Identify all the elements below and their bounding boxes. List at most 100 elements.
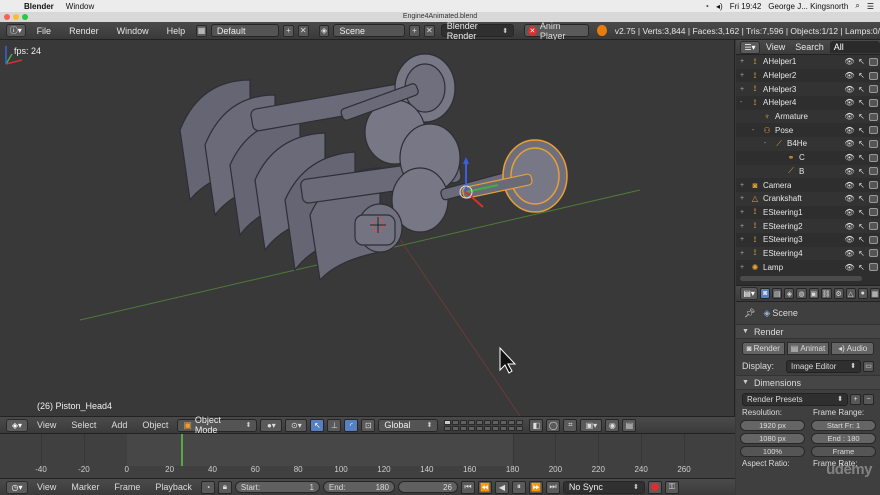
selectable-arrow-icon[interactable]: ↖ (857, 57, 866, 66)
engine-model[interactable] (179, 53, 515, 282)
outliner-tab-view[interactable]: View (762, 41, 789, 53)
visibility-eye-icon[interactable]: 👁︎ (844, 85, 854, 94)
preset-add-icon[interactable]: + (850, 393, 861, 405)
resolution-x-field[interactable]: 1920 px (740, 420, 805, 431)
preview-range-icon[interactable]: ◔ (200, 480, 215, 494)
menu-window[interactable]: Window (110, 26, 156, 36)
selectable-arrow-icon[interactable]: ↖ (857, 126, 866, 135)
current-frame-field[interactable]: 26 (397, 481, 458, 493)
render-camera-icon[interactable] (869, 167, 878, 176)
outliner-item[interactable]: + ✺ Lamp 👁︎ ↖ (736, 260, 880, 274)
render-camera-icon[interactable] (869, 112, 878, 121)
scene-tab-icon[interactable]: ◈ (784, 288, 795, 299)
pivot-dropdown[interactable]: ⊙▾ (285, 418, 308, 432)
outliner-item[interactable]: ♆ Armature 👁︎ ↖ (736, 109, 880, 124)
rotate-manipulator-icon[interactable]: ◜ (344, 418, 359, 432)
wifi-icon[interactable]: ◔ (704, 2, 709, 11)
layout-remove-icon[interactable]: ✕ (297, 24, 309, 37)
outliner[interactable]: ☰▾ View Search All Scenes +⟟AHelper1👁︎↖+… (736, 40, 880, 285)
outliner-item[interactable]: + ⟟ ESteering2 👁︎ ↖ (736, 219, 880, 233)
render-anim-icon[interactable]: ▤ (622, 418, 637, 432)
render-presets-dropdown[interactable]: Render Presets ⬍ (742, 392, 848, 406)
play-reverse-icon[interactable]: ◀ (494, 480, 509, 494)
expand-icon[interactable]: + (740, 182, 744, 189)
render-camera-icon[interactable] (869, 263, 878, 272)
record-icon[interactable] (647, 480, 662, 494)
material-tab-icon[interactable]: ● (857, 288, 868, 299)
jump-end-icon[interactable]: ⏭ (545, 480, 560, 494)
outliner-item[interactable]: - ⚇ Pose 👁︎ ↖ (736, 123, 880, 137)
render-camera-icon[interactable] (869, 235, 878, 244)
selectable-arrow-icon[interactable]: ↖ (857, 208, 866, 217)
selectable-arrow-icon[interactable]: ↖ (857, 181, 866, 190)
outliner-item[interactable]: + ⟟ AHelper3 👁︎ ↖ (736, 82, 880, 97)
clock[interactable]: Fri 19:42 (730, 2, 762, 11)
notification-icon[interactable]: ☰ (867, 2, 874, 11)
selectable-arrow-icon[interactable]: ↖ (857, 98, 866, 107)
render-camera-icon[interactable] (869, 153, 878, 162)
selectable-arrow-icon[interactable]: ↖ (857, 249, 866, 258)
vp-menu-add[interactable]: Add (105, 420, 133, 430)
lock-range-icon[interactable]: 🔒︎ (217, 480, 232, 494)
orientation-dropdown[interactable]: Global ⬍ (378, 418, 439, 432)
resolution-y-field[interactable]: 1080 px (740, 433, 805, 444)
spotlight-icon[interactable]: ⌕ (855, 1, 859, 11)
sync-dropdown[interactable]: No Sync ⬍ (562, 480, 645, 494)
outliner-item[interactable]: + ⟟ ESteering4 👁︎ ↖ (736, 246, 880, 261)
zoom-window-icon[interactable] (22, 14, 28, 20)
tl-menu-view[interactable]: View (31, 482, 62, 492)
render-camera-icon[interactable] (869, 222, 878, 231)
outliner-item[interactable]: - ⟋ B4He 👁︎ ↖ (736, 137, 880, 151)
outliner-item[interactable]: + △ Crankshaft 👁︎ ↖ (736, 191, 880, 206)
vp-menu-view[interactable]: View (31, 420, 62, 430)
outliner-item[interactable]: + ◙ Camera 👁︎ ↖ (736, 178, 880, 192)
visibility-eye-icon[interactable]: 👁︎ (844, 71, 854, 80)
end-frame-field[interactable]: End: 180 (322, 481, 395, 493)
layout-add-icon[interactable]: + (283, 24, 294, 37)
viewport-editor-type-button[interactable]: ◈▾ (6, 418, 28, 432)
selectable-arrow-icon[interactable]: ↖ (857, 85, 866, 94)
tl-menu-marker[interactable]: Marker (65, 482, 105, 492)
visibility-eye-icon[interactable]: 👁︎ (844, 57, 854, 66)
translate-manipulator-icon[interactable]: ⊥ (327, 418, 342, 432)
vp-menu-select[interactable]: Select (65, 420, 102, 430)
render-camera-icon[interactable] (869, 98, 878, 107)
render-camera-icon[interactable] (869, 181, 878, 190)
viewport-canvas[interactable] (0, 40, 735, 416)
render-audio-button[interactable]: ◂) Audio (831, 341, 875, 355)
visibility-eye-icon[interactable]: 👁︎ (844, 98, 854, 107)
visibility-eye-icon[interactable]: 👁︎ (844, 112, 854, 121)
expand-icon[interactable]: + (740, 72, 744, 79)
start-frame-field[interactable]: Start: 1 (234, 481, 320, 493)
start-frame-prop-field[interactable]: Start Fr: 1 (811, 420, 876, 431)
keying-set-icon[interactable]: ⚿ (664, 480, 679, 494)
layout-field[interactable]: Default (210, 24, 280, 37)
pin-icon[interactable]: 📌︎ (744, 308, 755, 319)
scene-add-icon[interactable]: + (409, 24, 420, 37)
render-animation-button[interactable]: ▤ Animat (786, 341, 830, 355)
properties-editor-type-button[interactable]: ▤▾ (740, 287, 759, 300)
render-image-button[interactable]: ◙ Render (742, 341, 785, 355)
pause-icon[interactable]: ⏸ (511, 480, 526, 494)
end-frame-prop-field[interactable]: End : 180 (811, 433, 876, 444)
visibility-eye-icon[interactable]: 👁︎ (844, 126, 854, 135)
close-window-icon[interactable] (4, 14, 10, 20)
outliner-editor-type-button[interactable]: ☰▾ (740, 40, 760, 54)
visibility-eye-icon[interactable]: 👁︎ (844, 235, 854, 244)
timeline-editor-type-button[interactable]: ◷▾ (6, 480, 28, 494)
texture-tab-icon[interactable]: ▦ (869, 288, 880, 299)
world-tab-icon[interactable]: ◍ (796, 288, 807, 299)
minimize-window-icon[interactable] (13, 14, 19, 20)
vp-menu-object[interactable]: Object (136, 420, 174, 430)
render-camera-icon[interactable] (869, 85, 878, 94)
collapse-icon[interactable]: - (752, 127, 754, 134)
visibility-eye-icon[interactable]: 👁︎ (844, 181, 854, 190)
outliner-item[interactable]: ⚭ C 👁︎ ↖ (736, 151, 880, 165)
menu-help[interactable]: Help (160, 26, 193, 36)
expand-icon[interactable]: + (740, 236, 744, 243)
collapse-icon[interactable]: - (764, 140, 766, 147)
selectable-arrow-icon[interactable]: ↖ (857, 167, 866, 176)
render-camera-icon[interactable] (869, 71, 878, 80)
anim-player-button[interactable]: ✕ Anim Player (524, 21, 590, 41)
3d-viewport[interactable]: fps: 24 (26) Piston_Head4 (0, 40, 735, 416)
